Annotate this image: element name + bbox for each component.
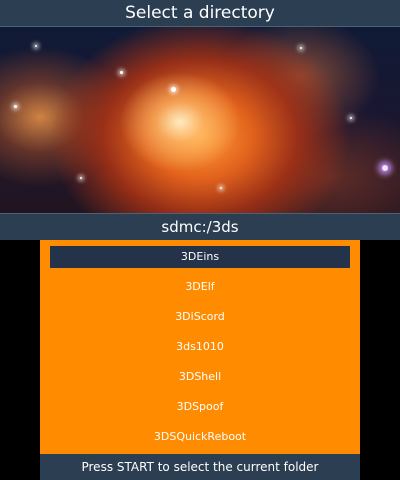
star-icon	[382, 165, 388, 171]
star-icon	[220, 187, 222, 189]
directory-item[interactable]: 3DEins	[40, 244, 360, 274]
directory-name: 3ds1010	[176, 340, 224, 353]
directory-name: 3DElf	[185, 280, 215, 293]
star-icon	[350, 117, 352, 119]
directory-list: 3DEins 3DElf 3DiScord 3ds1010 3DShell 3DSpoof…	[40, 244, 360, 454]
directory-item[interactable]: 3DElf	[40, 274, 360, 304]
screen: Select a directory sdmc:/3ds 3DEins 3DElf…	[0, 0, 400, 480]
directory-item[interactable]: 3DSQuickReboot	[40, 424, 360, 454]
star-icon	[35, 45, 37, 47]
page-title: Select a directory	[125, 3, 275, 23]
directory-item[interactable]: 3ds1010	[40, 334, 360, 364]
directory-name: 3DEins	[180, 250, 220, 263]
hint-text: Press START to select the current folder	[81, 460, 319, 474]
directory-name: 3DSpoof	[176, 400, 224, 413]
directory-name: 3DShell	[178, 370, 222, 383]
star-icon	[14, 105, 17, 108]
title-bar: Select a directory	[0, 0, 400, 27]
nebula-wallpaper	[0, 27, 400, 213]
directory-name: 3DSQuickReboot	[153, 430, 247, 443]
hint-bar: Press START to select the current folder	[40, 454, 360, 480]
star-icon	[171, 87, 176, 92]
star-icon	[120, 71, 123, 74]
star-icon	[80, 177, 82, 179]
directory-item[interactable]: 3DiScord	[40, 304, 360, 334]
directory-name: 3DiScord	[175, 310, 225, 323]
path-label: sdmc:/3ds	[161, 218, 239, 236]
bottom-screen: 3DEins 3DElf 3DiScord 3ds1010 3DShell 3DSpoof…	[40, 240, 360, 480]
star-icon	[300, 47, 302, 49]
directory-item[interactable]: 3DShell	[40, 364, 360, 394]
directory-item[interactable]: 3DSpoof	[40, 394, 360, 424]
current-path: sdmc:/3ds	[0, 213, 400, 240]
